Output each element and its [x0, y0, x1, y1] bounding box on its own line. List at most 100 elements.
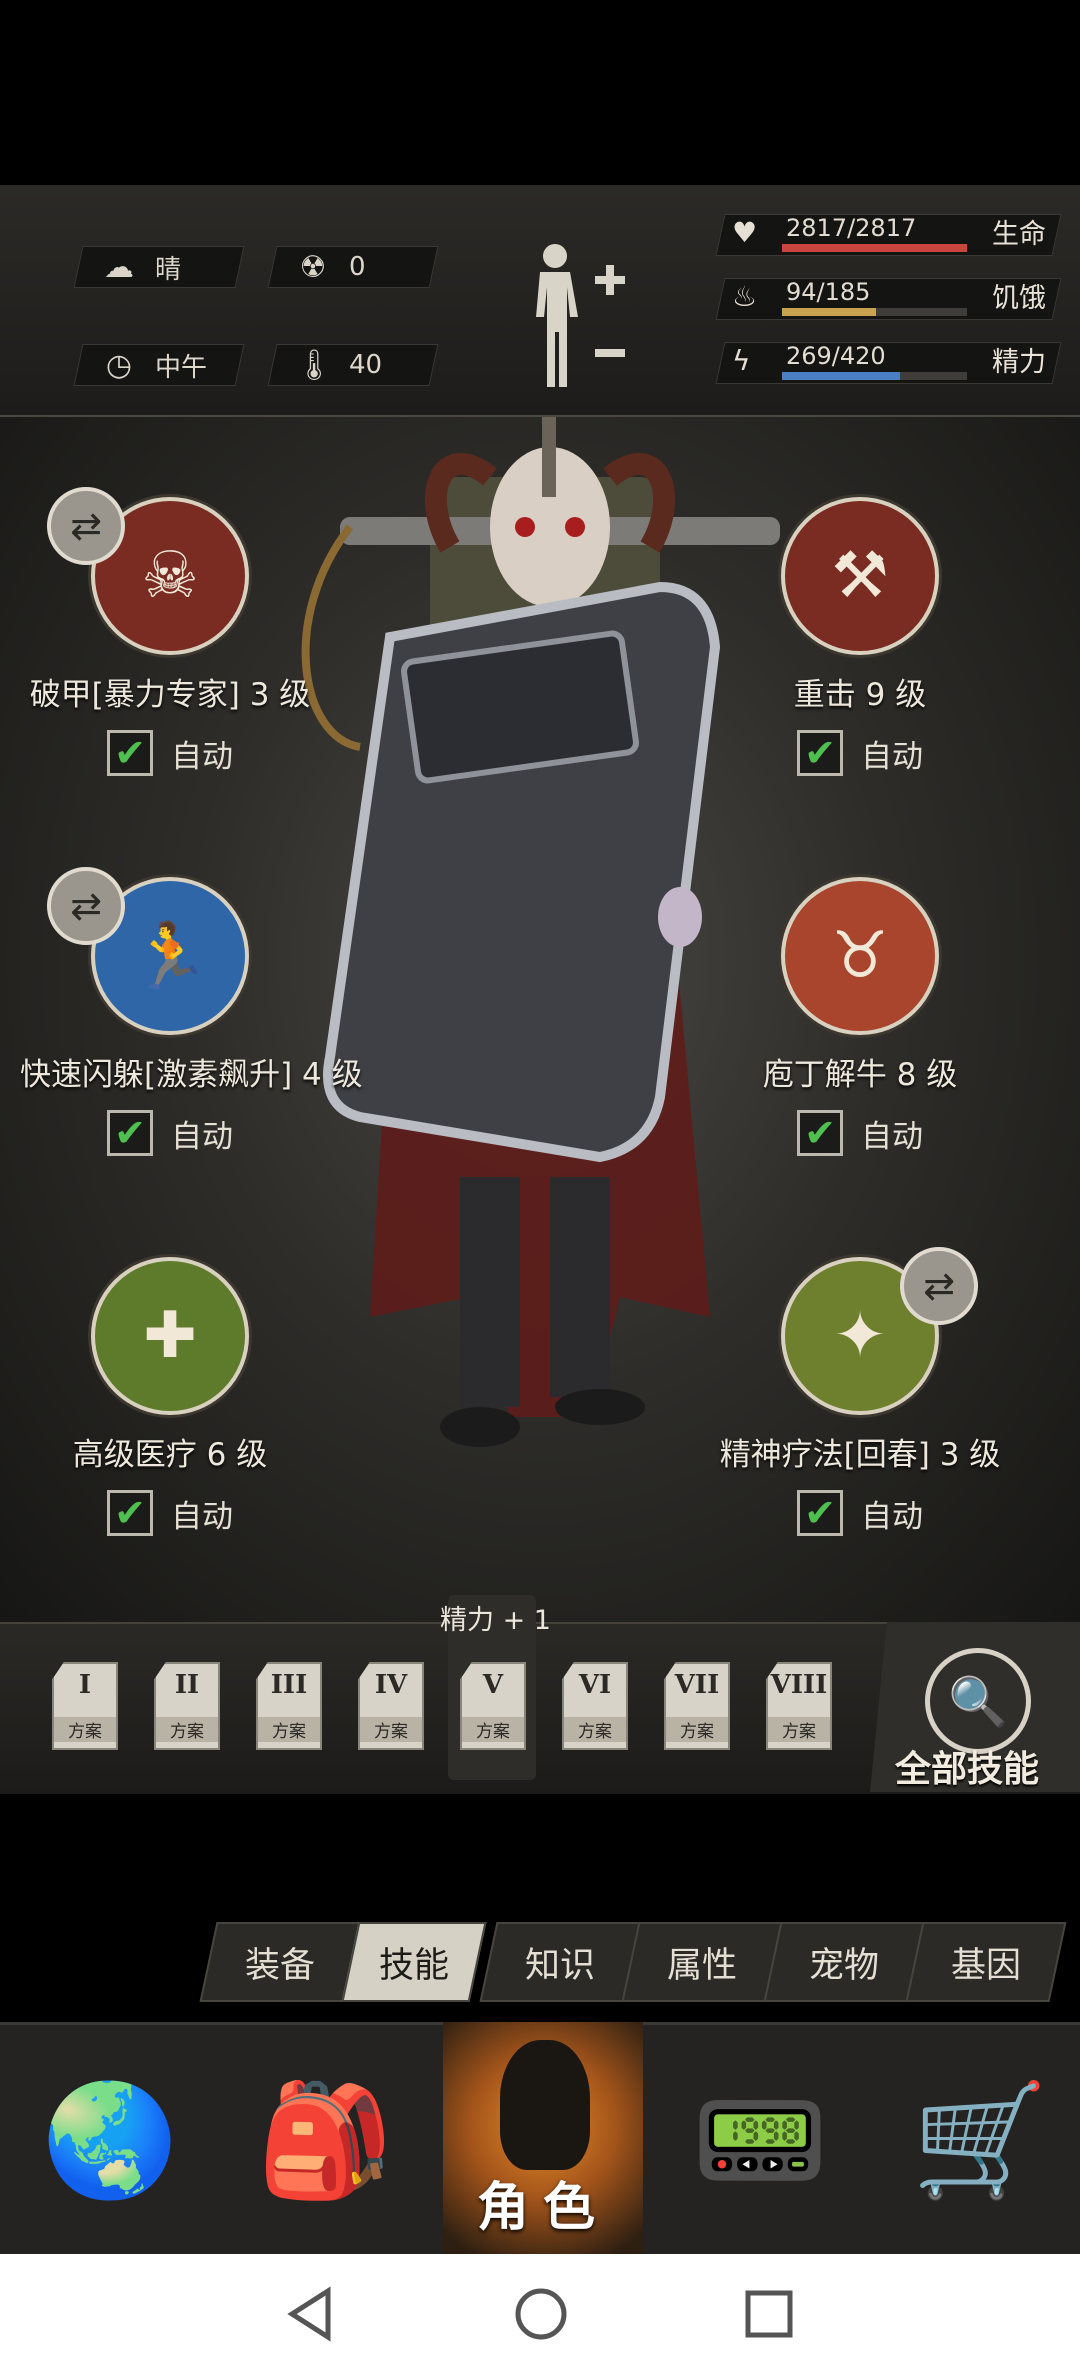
auto-label: 自动: [171, 1118, 233, 1155]
energy-bar: [782, 372, 967, 380]
plan-3-button[interactable]: III 方案: [256, 1662, 322, 1750]
skill-name: 庖丁解牛 8 级: [762, 1057, 958, 1093]
plan-numeral: V: [482, 1670, 504, 1700]
plan-numeral: III: [270, 1670, 308, 1700]
auto-label: 自动: [171, 738, 233, 775]
skill-name: 快速闪躲[激素飙升] 4 级: [20, 1057, 363, 1093]
health-value: 2817/2817: [786, 214, 917, 242]
tab-label: 属性: [666, 1945, 737, 1986]
active-plan-bonus: 精力 + 1: [440, 1605, 551, 1636]
auto-label: 自动: [861, 1118, 923, 1155]
skill-quick-dodge[interactable]: 🏃 ⇄ 快速闪躲[激素飙升] 4 级 ✔ 自动: [20, 867, 363, 1156]
tab-equipment[interactable]: 装备: [199, 1922, 361, 2002]
skill-butcher[interactable]: ♉ 庖丁解牛 8 级 ✔ 自动: [710, 877, 1010, 1156]
plan-label: 方案: [768, 1717, 830, 1742]
auto-toggle[interactable]: ✔ 自动: [20, 1110, 320, 1156]
skill-advanced-medical[interactable]: ✚ 高级医疗 6 级 ✔ 自动: [20, 1257, 320, 1536]
plan-numeral: VII: [674, 1670, 720, 1700]
plan-2-button[interactable]: II 方案: [154, 1662, 220, 1750]
plan-label: 方案: [360, 1717, 422, 1742]
checkbox[interactable]: ✔: [107, 730, 153, 776]
auto-toggle[interactable]: ✔ 自动: [710, 1110, 1010, 1156]
back-icon[interactable]: [282, 2285, 340, 2343]
weather-chip: ☁ 晴: [73, 246, 245, 288]
plan-numeral: II: [174, 1670, 200, 1700]
checkbox[interactable]: ✔: [107, 1110, 153, 1156]
recents-icon[interactable]: [740, 2285, 798, 2343]
home-icon[interactable]: [512, 2285, 570, 2343]
temperature-chip: 🌡 40: [267, 344, 439, 386]
health-label: 生命: [992, 219, 1046, 250]
health-stat: ♥ 2817/2817 生命: [715, 212, 1062, 256]
hunger-bar: [782, 308, 967, 316]
auto-toggle[interactable]: ✔ 自动: [710, 1490, 1010, 1536]
medkit-icon: ✚: [91, 1257, 249, 1415]
backpack-icon[interactable]: 🎒: [245, 2030, 405, 2250]
tab-label: 基因: [950, 1945, 1021, 1986]
plan-numeral: I: [78, 1670, 92, 1700]
auto-label: 自动: [861, 1498, 923, 1535]
skill-spirit-therapy[interactable]: ✦ ⇄ 精神疗法[回春] 3 级 ✔ 自动: [710, 1247, 1010, 1536]
tab-knowledge[interactable]: 知识: [479, 1922, 641, 2002]
skill-armor-break[interactable]: ☠ ⇄ 破甲[暴力专家] 3 级 ✔ 自动: [20, 487, 320, 776]
swap-icon[interactable]: ⇄: [47, 867, 125, 945]
checkbox[interactable]: ✔: [797, 1110, 843, 1156]
auto-toggle[interactable]: ✔ 自动: [710, 730, 1010, 776]
health-bar: [782, 244, 967, 252]
plan-label: 方案: [156, 1717, 218, 1742]
plan-6-button[interactable]: VI 方案: [562, 1662, 628, 1750]
tab-pets[interactable]: 宠物: [763, 1922, 925, 2002]
time-value: 中午: [155, 352, 208, 383]
tab-genes[interactable]: 基因: [905, 1922, 1067, 2002]
hunger-label: 饥饿: [992, 283, 1046, 314]
checkbox[interactable]: ✔: [797, 1490, 843, 1536]
checkbox[interactable]: ✔: [107, 1490, 153, 1536]
tab-label: 技能: [378, 1945, 449, 1986]
role-nav-label: 角色: [476, 2178, 609, 2238]
plan-4-button[interactable]: IV 方案: [358, 1662, 424, 1750]
swap-icon[interactable]: ⇄: [47, 487, 125, 565]
radiation-icon: ☢: [299, 249, 327, 285]
tab-attributes[interactable]: 属性: [621, 1922, 783, 2002]
energy-label: 精力: [992, 347, 1046, 378]
character-scene: ☠ ⇄ 破甲[暴力专家] 3 级 ✔ 自动 ⚒ 重击 9 级 ✔ 自动 🏃 ⇄ …: [0, 417, 1080, 1622]
radiation-value: 0: [349, 252, 366, 282]
weather-value: 晴: [155, 254, 182, 285]
plan-label: 方案: [462, 1717, 524, 1742]
auto-toggle[interactable]: ✔ 自动: [20, 1490, 320, 1536]
time-chip: ◷ 中午: [73, 344, 245, 386]
checkbox[interactable]: ✔: [797, 730, 843, 776]
heart-icon: ♥: [732, 216, 758, 249]
plan-label: 方案: [666, 1717, 728, 1742]
clock-icon: ◷: [105, 347, 133, 383]
plan-label: 方案: [564, 1717, 626, 1742]
energy-icon: ϟ: [732, 344, 751, 377]
tab-label: 知识: [524, 1945, 595, 1986]
skill-name: 精神疗法[回春] 3 级: [719, 1437, 1001, 1473]
cloud-sun-icon: ☁: [104, 249, 134, 285]
swap-icon[interactable]: ⇄: [900, 1247, 978, 1325]
body-zoom-icon[interactable]: [520, 238, 630, 398]
tab-skills[interactable]: 技能: [341, 1922, 487, 2002]
plan-numeral: IV: [374, 1670, 408, 1700]
plan-8-button[interactable]: VIII 方案: [766, 1662, 832, 1750]
plan-1-button[interactable]: I 方案: [52, 1662, 118, 1750]
energy-value: 269/420: [786, 342, 886, 370]
cart-icon[interactable]: 🛒: [895, 2030, 1065, 2250]
all-skills-label[interactable]: 全部技能: [895, 1740, 1039, 1792]
document-search-icon[interactable]: 🔍: [925, 1648, 1031, 1754]
plan-5-button[interactable]: V 方案: [460, 1662, 526, 1750]
plan-label: 方案: [258, 1717, 320, 1742]
plan-7-button[interactable]: VII 方案: [664, 1662, 730, 1750]
globe-icon[interactable]: 🌏: [30, 2030, 190, 2250]
auto-toggle[interactable]: ✔ 自动: [20, 730, 320, 776]
skill-heavy-strike[interactable]: ⚒ 重击 9 级 ✔ 自动: [710, 497, 1010, 776]
walkie-talkie-icon[interactable]: 📟: [680, 2030, 840, 2250]
plan-numeral: VIII: [770, 1670, 828, 1700]
skill-name: 高级医疗 6 级: [72, 1437, 268, 1473]
hunger-stat: ♨ 94/185 饥饿: [715, 276, 1062, 320]
temperature-value: 40: [349, 350, 383, 380]
auto-label: 自动: [171, 1498, 233, 1535]
tab-label: 宠物: [808, 1945, 879, 1986]
heavy-strike-icon: ⚒: [781, 497, 939, 655]
